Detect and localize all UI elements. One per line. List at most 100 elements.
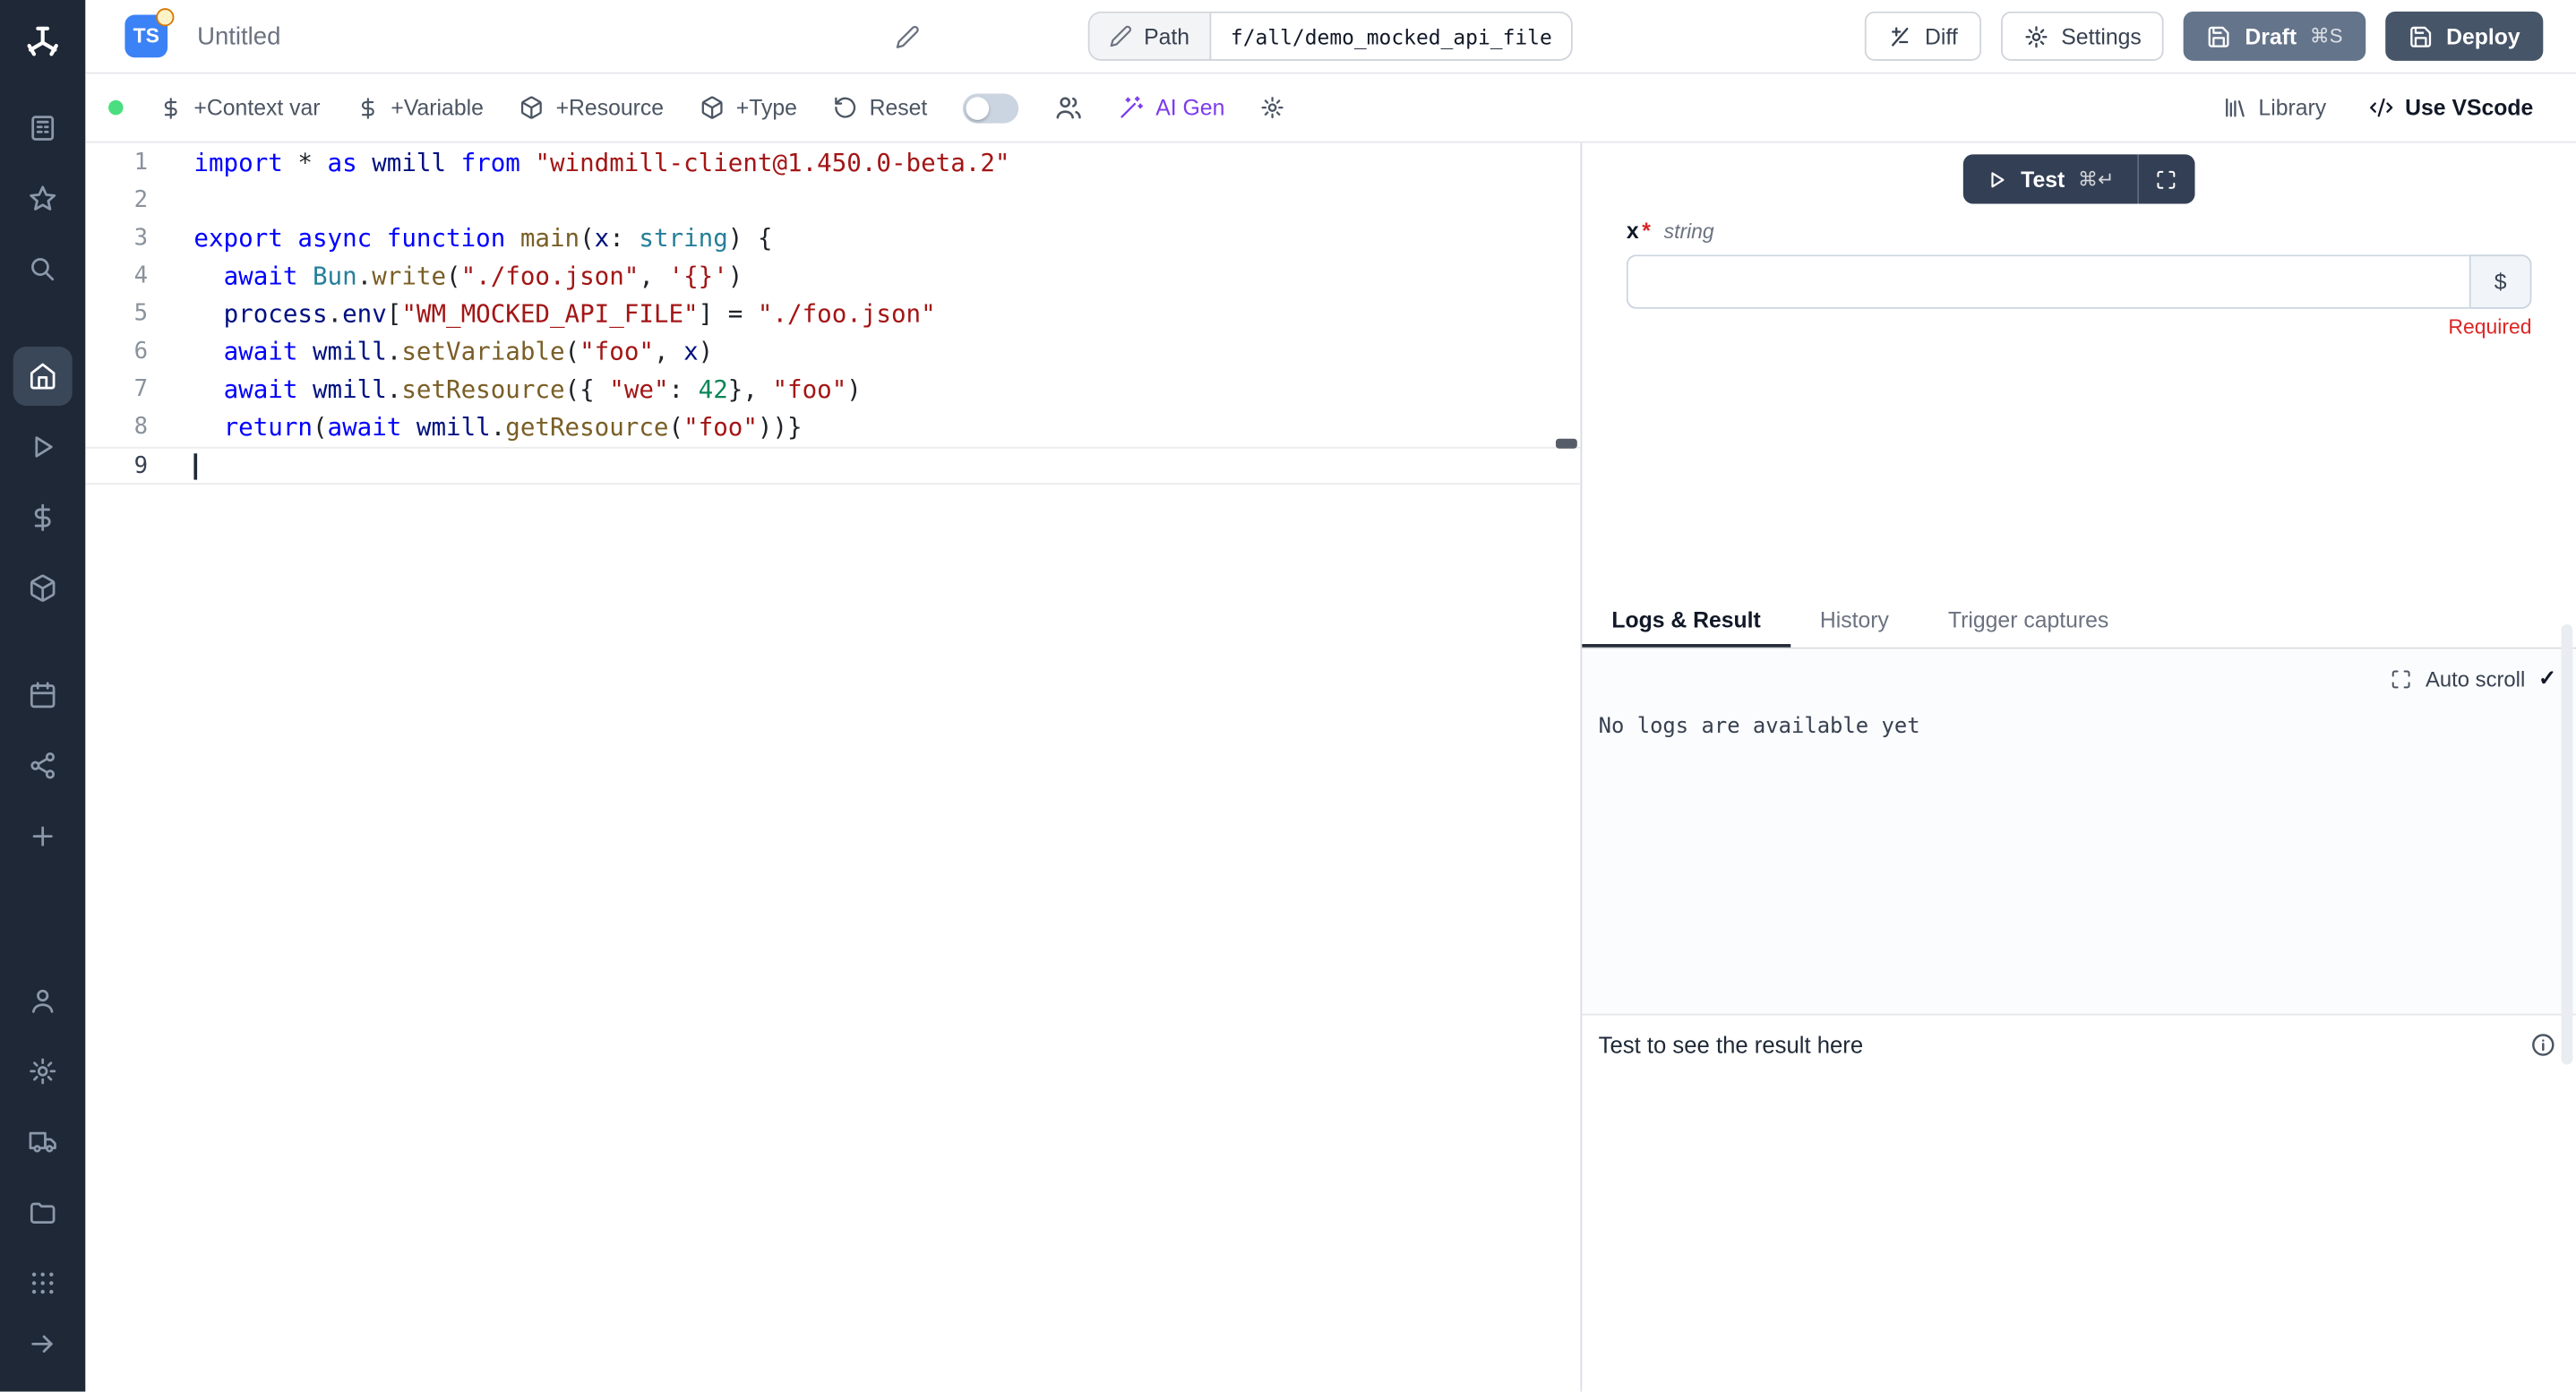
run-panel: Test ⌘↵ x * string $	[1580, 143, 2576, 1392]
tab-trigger-captures[interactable]: Trigger captures	[1919, 595, 2138, 648]
line-number: 5	[85, 296, 148, 333]
share-nodes-icon	[28, 751, 57, 780]
result-area: Test to see the result here	[1582, 1014, 2576, 1392]
code-line[interactable]: 2	[85, 183, 1580, 220]
sidebar-item-search[interactable]	[13, 240, 73, 299]
code-line[interactable]: 7 await wmill.setResource({ "we": 42}, "…	[85, 372, 1580, 409]
arg-name: x	[1627, 219, 1639, 244]
package-icon	[700, 95, 725, 120]
draft-button[interactable]: Draft ⌘S	[2184, 12, 2366, 61]
lsp-status-dot	[108, 100, 124, 116]
line-number: 6	[85, 333, 148, 371]
arg-x-input[interactable]	[1627, 254, 2469, 309]
deploy-button[interactable]: Deploy	[2385, 12, 2543, 61]
ai-gen-button[interactable]: AI Gen	[1120, 95, 1224, 120]
script-path[interactable]: f/all/demo_mocked_api_file	[1211, 13, 1572, 59]
dollar-icon	[356, 96, 380, 119]
tab-logs-result[interactable]: Logs & Result	[1582, 595, 1790, 648]
test-fullscreen-button[interactable]	[2139, 154, 2194, 203]
panel-tabs: Logs & Result History Trigger captures	[1582, 595, 2576, 649]
sidebar-item-resources[interactable]	[13, 559, 73, 618]
editor-overview-marker[interactable]	[1556, 439, 1577, 449]
expand-logs-icon[interactable]	[2391, 668, 2412, 690]
sidebar-item-expand[interactable]	[13, 1314, 73, 1373]
vscode-icon	[2369, 95, 2394, 120]
settings-button[interactable]: Settings	[2000, 12, 2164, 61]
add-variable-label: +Variable	[391, 95, 483, 120]
sidebar-item-create[interactable]	[13, 807, 73, 866]
sidebar-item-settings[interactable]	[13, 1042, 73, 1101]
sidebar-item-favorites[interactable]	[13, 169, 73, 228]
dollar-label: $	[2494, 270, 2507, 295]
reset-button[interactable]: Reset	[833, 95, 927, 120]
required-note: Required	[1627, 315, 2532, 339]
code-line[interactable]: 9	[85, 447, 1580, 485]
editor-settings-button[interactable]	[1261, 95, 1286, 120]
package-icon	[519, 95, 545, 120]
multiplayer-toggle[interactable]	[964, 93, 1019, 123]
code-line[interactable]: 1import * as wmill from "windmill-client…	[85, 144, 1580, 182]
arg-required-asterisk: *	[1642, 219, 1651, 244]
sidebar-item-more-apps[interactable]	[13, 1253, 73, 1312]
ai-gen-label: AI Gen	[1155, 95, 1224, 120]
result-placeholder: Test to see the result here	[1599, 1032, 1863, 1058]
script-title[interactable]: Untitled	[197, 22, 280, 50]
line-number: 2	[85, 183, 148, 220]
gear-icon	[28, 1056, 57, 1086]
result-info-button[interactable]	[2530, 1032, 2556, 1058]
test-button[interactable]: Test ⌘↵	[1963, 154, 2137, 203]
sidebar-item-folders[interactable]	[13, 1183, 73, 1242]
code-line[interactable]: 6 await wmill.setVariable("foo", x)	[85, 333, 1580, 371]
sidebar	[0, 0, 85, 1392]
tab-history[interactable]: History	[1790, 595, 1919, 648]
add-context-var-label: +Context var	[193, 95, 320, 120]
dollar-icon	[28, 503, 57, 532]
check-icon[interactable]: ✓	[2538, 666, 2556, 692]
insert-variable-button[interactable]: $	[2469, 254, 2532, 309]
code-line[interactable]: 3export async function main(x: string) {	[85, 220, 1580, 258]
code-editor[interactable]: 1import * as wmill from "windmill-client…	[85, 143, 1580, 1392]
edit-path-button[interactable]: Path	[1090, 13, 1211, 59]
test-button-group: Test ⌘↵	[1963, 154, 2194, 203]
windmill-logo[interactable]	[10, 10, 75, 75]
sidebar-item-home[interactable]	[13, 347, 73, 406]
language-badge: TS	[125, 15, 167, 58]
gear-icon	[1261, 95, 1286, 120]
panel-scrollbar[interactable]	[2561, 624, 2572, 1065]
plus-icon	[28, 821, 57, 851]
sidebar-item-apps[interactable]	[13, 99, 73, 158]
sidebar-item-schedules[interactable]	[13, 666, 73, 725]
sidebar-item-runs[interactable]	[13, 417, 73, 477]
path-label: Path	[1144, 24, 1189, 49]
library-button[interactable]: Library	[2222, 95, 2326, 120]
add-type-button[interactable]: +Type	[700, 95, 797, 120]
language-badge-label: TS	[133, 25, 159, 48]
auto-scroll-label[interactable]: Auto scroll	[2426, 666, 2525, 692]
sidebar-item-workers[interactable]	[13, 1113, 73, 1172]
add-resource-button[interactable]: +Resource	[519, 95, 664, 120]
logs-area: Auto scroll ✓ No logs are available yet	[1582, 650, 2576, 1013]
magic-wand-icon	[1120, 95, 1145, 120]
code-line[interactable]: 5 process.env["WM_MOCKED_API_FILE"] = ".…	[85, 296, 1580, 333]
line-number: 9	[85, 449, 148, 484]
sidebar-item-variables[interactable]	[13, 488, 73, 547]
edit-title-button[interactable]	[892, 21, 923, 52]
grid-dots-icon	[28, 1268, 57, 1298]
apps-icon	[28, 114, 57, 143]
add-variable-button[interactable]: +Variable	[356, 95, 484, 120]
use-vscode-button[interactable]: Use VScode	[2369, 95, 2534, 120]
add-type-label: +Type	[736, 95, 797, 120]
search-icon	[28, 254, 57, 284]
diff-button[interactable]: Diff	[1864, 12, 1980, 61]
play-icon	[1987, 168, 2008, 190]
code-lines: 1import * as wmill from "windmill-client…	[85, 144, 1580, 485]
code-line[interactable]: 4 await Bun.write("./foo.json", '{}')	[85, 258, 1580, 296]
library-icon	[2222, 95, 2247, 120]
code-line[interactable]: 8 return(await wmill.getResource("foo"))…	[85, 409, 1580, 447]
diff-button-label: Diff	[1925, 24, 1958, 49]
sidebar-item-user[interactable]	[13, 971, 73, 1030]
add-context-var-button[interactable]: +Context var	[159, 95, 321, 120]
path-group: Path f/all/demo_mocked_api_file	[1088, 12, 1574, 61]
reset-icon	[833, 95, 858, 120]
sidebar-item-flows[interactable]	[13, 736, 73, 795]
